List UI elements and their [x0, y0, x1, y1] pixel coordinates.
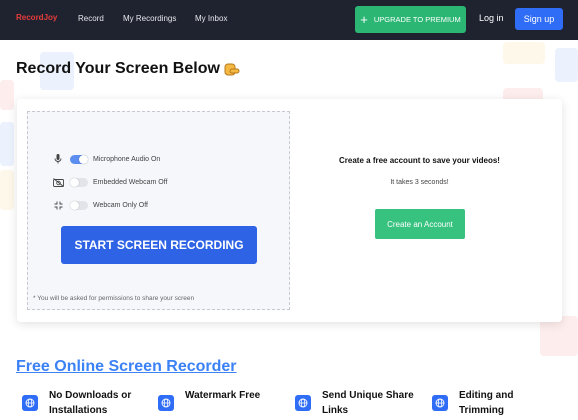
- decor-tile: [555, 48, 578, 82]
- feature-share-links: Send Unique Share Links: [295, 388, 414, 418]
- minimize-icon: [52, 200, 64, 210]
- brand-logo[interactable]: RecordJoy: [16, 13, 57, 22]
- account-subtitle: It takes 3 seconds!: [390, 179, 449, 186]
- section-title-link[interactable]: Free Online Screen Recorder: [16, 358, 237, 376]
- camera-off-icon: [52, 177, 64, 187]
- globe-icon: [432, 395, 448, 411]
- feature-line: Watermark Free: [185, 390, 261, 401]
- upgrade-premium-label: UPGRADE TO PREMIUM: [373, 15, 461, 24]
- feature-text: Editing and Trimming: [459, 388, 513, 418]
- decor-tile: [540, 316, 578, 356]
- feature-line: Installations: [49, 405, 108, 416]
- feature-watermark-free: Watermark Free: [158, 388, 260, 411]
- microphone-label: Microphone Audio On: [93, 155, 161, 163]
- feature-text: Watermark Free: [185, 388, 260, 403]
- login-link[interactable]: Log in: [479, 13, 504, 23]
- globe-icon: [22, 395, 38, 411]
- decor-tile: [0, 170, 14, 210]
- recorder-card: Microphone Audio On Embedded Webcam Off …: [17, 99, 562, 322]
- webcam-only-toggle[interactable]: [70, 200, 88, 210]
- start-recording-button[interactable]: START SCREEN RECORDING: [61, 226, 257, 264]
- feature-line: Links: [322, 405, 349, 416]
- option-webcam-only: Webcam Only Off: [52, 200, 148, 210]
- permission-note: * You will be asked for permissions to s…: [33, 295, 195, 302]
- page-title: Record Your Screen Below: [16, 60, 240, 78]
- recorder-panel: Microphone Audio On Embedded Webcam Off …: [27, 111, 290, 310]
- feature-editing-trimming: Editing and Trimming: [432, 388, 513, 418]
- decor-tile: [0, 80, 14, 110]
- plus-icon: +: [360, 12, 368, 27]
- nav-link-record[interactable]: Record: [78, 14, 104, 23]
- microphone-toggle[interactable]: [70, 154, 88, 164]
- decor-tile: [503, 42, 545, 64]
- decor-tile: [0, 122, 14, 166]
- embedded-webcam-toggle[interactable]: [70, 177, 88, 187]
- feature-line: Editing and: [459, 390, 514, 401]
- globe-icon: [295, 395, 311, 411]
- signup-button[interactable]: Sign up: [515, 8, 563, 30]
- top-nav: RecordJoy Record My Recordings My Inbox …: [0, 0, 578, 40]
- option-embedded-webcam: Embedded Webcam Off: [52, 177, 167, 187]
- feature-text: No Downloads or Installations: [49, 388, 131, 418]
- nav-link-my-recordings[interactable]: My Recordings: [123, 14, 176, 23]
- microphone-icon: [52, 154, 64, 164]
- option-microphone: Microphone Audio On: [52, 154, 160, 164]
- feature-line: Trimming: [459, 405, 505, 416]
- account-title: Create a free account to save your video…: [339, 156, 500, 165]
- feature-text: Send Unique Share Links: [322, 388, 414, 418]
- webcam-only-label: Webcam Only Off: [93, 201, 148, 209]
- upgrade-premium-button[interactable]: + UPGRADE TO PREMIUM: [355, 6, 466, 33]
- feature-line: Send Unique Share: [322, 390, 414, 401]
- feature-line: No Downloads or: [49, 390, 132, 401]
- page-title-text: Record Your Screen Below: [16, 60, 220, 77]
- nav-link-my-inbox[interactable]: My Inbox: [195, 14, 227, 23]
- create-account-button[interactable]: Create an Account: [375, 209, 465, 239]
- feature-no-downloads: No Downloads or Installations: [22, 388, 131, 418]
- pointing-hand-icon: [224, 63, 240, 76]
- globe-icon: [158, 395, 174, 411]
- embedded-webcam-label: Embedded Webcam Off: [93, 178, 168, 186]
